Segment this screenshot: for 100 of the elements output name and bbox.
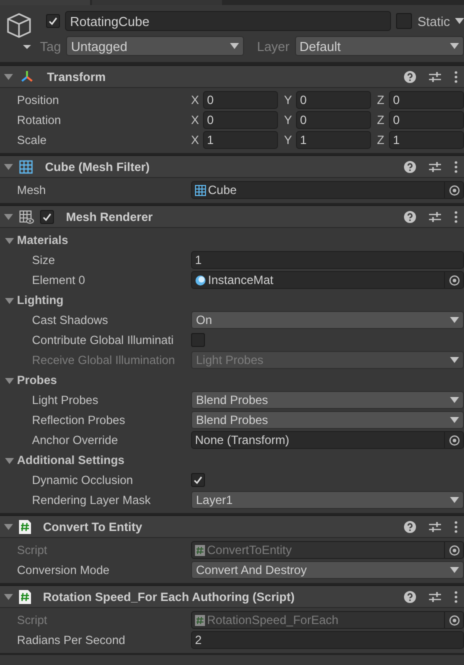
foldout-arrow-icon[interactable] (4, 212, 13, 221)
number-field[interactable]: 1 (389, 131, 464, 149)
name-field[interactable]: RotatingCube (65, 11, 392, 31)
static-label: Static (417, 14, 450, 28)
help-icon[interactable] (404, 160, 416, 172)
presets-sliders-icon[interactable] (428, 590, 442, 602)
foldout-arrow-icon[interactable] (4, 162, 13, 171)
property-label: Receive Global Illumination (31, 353, 176, 367)
axis-label: Z (377, 133, 386, 147)
help-icon[interactable] (404, 210, 416, 222)
object-field[interactable]: InstanceMat (191, 271, 464, 289)
active-checkbox[interactable] (46, 14, 60, 28)
grid-icon (19, 160, 33, 174)
object-picker-icon[interactable] (448, 274, 460, 286)
layer-label: Layer (256, 38, 290, 54)
foldout-arrow-icon[interactable] (4, 72, 13, 81)
axis-label: X (191, 93, 200, 107)
axis-label: X (191, 133, 200, 147)
more-options-icon[interactable] (454, 520, 458, 532)
dropdown[interactable]: Blend Probes (191, 411, 464, 429)
property-label: Element 0 (31, 273, 86, 287)
number-field[interactable]: 1 (191, 251, 464, 269)
object-picker-icon[interactable] (448, 544, 460, 556)
dropdown[interactable]: Convert And Destroy (191, 561, 464, 579)
foldout-arrow-icon[interactable] (5, 456, 14, 464)
presets-sliders-icon[interactable] (428, 160, 442, 172)
axis-label: X (191, 113, 200, 127)
axis-label: Y (284, 113, 294, 127)
property-label: Dynamic Occlusion (31, 473, 134, 487)
caret-icon (450, 43, 459, 49)
dropdown[interactable]: Layer1 (191, 491, 464, 509)
number-field[interactable]: 2 (191, 631, 464, 649)
object-field[interactable]: None (Transform) (191, 431, 464, 449)
transform-axes-icon (19, 68, 35, 84)
number-field[interactable]: 0 (389, 111, 464, 129)
presets-sliders-icon[interactable] (428, 210, 442, 222)
dropdown[interactable]: On (191, 311, 464, 329)
property-label: Size (31, 253, 56, 267)
foldout-arrow-icon[interactable] (5, 236, 14, 244)
tag-label: Tag (40, 38, 61, 54)
tag-dropdown[interactable]: Untagged (66, 36, 244, 56)
dropdown[interactable]: Blend Probes (191, 391, 464, 409)
foldout-arrow-icon[interactable] (5, 376, 14, 384)
cube-icon[interactable] (5, 12, 33, 52)
caret-icon (450, 497, 459, 503)
property-label: Light Probes (31, 393, 100, 407)
object-picker-icon[interactable] (448, 614, 460, 626)
number-field[interactable]: 0 (296, 111, 371, 129)
help-icon[interactable] (404, 590, 416, 602)
checkbox[interactable] (191, 473, 205, 487)
number-field[interactable]: 0 (389, 91, 464, 109)
more-options-icon[interactable] (454, 70, 458, 82)
number-field[interactable]: 0 (296, 91, 371, 109)
property-label: Script (16, 613, 48, 627)
more-options-icon[interactable] (454, 590, 458, 602)
presets-sliders-icon[interactable] (428, 520, 442, 532)
caret-icon (450, 397, 459, 403)
foldout-label[interactable]: Probes (17, 373, 57, 387)
property-label: Mesh (16, 183, 47, 197)
property-label: Reflection Probes (31, 413, 126, 427)
property-label: Scale (16, 133, 48, 147)
caret-icon (455, 18, 464, 24)
foldout-label[interactable]: Additional Settings (17, 453, 124, 467)
foldout-label[interactable]: Materials (17, 233, 68, 247)
checkbox[interactable] (191, 333, 205, 347)
script-file-icon (195, 544, 205, 556)
foldout-arrow-icon[interactable] (5, 296, 14, 304)
number-field[interactable]: 0 (203, 91, 278, 109)
number-field[interactable]: 1 (296, 131, 371, 149)
axis-label: Y (284, 93, 294, 107)
static-checkbox[interactable] (396, 13, 412, 29)
property-label: Rendering Layer Mask (31, 493, 152, 507)
more-options-icon[interactable] (454, 210, 458, 222)
script-file-icon (19, 520, 31, 534)
caret-icon (450, 317, 459, 323)
number-field[interactable]: 0 (203, 111, 278, 129)
number-field[interactable]: 1 (203, 131, 278, 149)
more-options-icon[interactable] (454, 160, 458, 172)
caret-icon (450, 567, 459, 573)
property-label: Anchor Override (31, 433, 119, 447)
sphere-icon (195, 274, 206, 286)
foldout-label[interactable]: Lighting (17, 293, 64, 307)
grid-icon (195, 184, 206, 196)
object-picker-icon[interactable] (448, 434, 460, 446)
caret-icon (450, 417, 459, 423)
presets-sliders-icon[interactable] (428, 70, 442, 82)
help-icon[interactable] (404, 520, 416, 532)
foldout-arrow-icon[interactable] (4, 522, 13, 531)
property-label: Rotation (16, 113, 62, 127)
help-icon[interactable] (404, 70, 416, 82)
property-label: Position (16, 93, 60, 107)
property-label: Contribute Global Illuminati (31, 333, 175, 347)
caret-icon (450, 357, 459, 363)
enabled-checkbox[interactable] (40, 210, 54, 224)
axis-label: Y (284, 133, 294, 147)
object-field[interactable]: Cube (191, 181, 464, 199)
layer-dropdown[interactable]: Default (294, 36, 464, 56)
property-label: Radians Per Second (16, 633, 126, 647)
foldout-arrow-icon[interactable] (4, 592, 13, 601)
object-picker-icon[interactable] (448, 184, 460, 196)
